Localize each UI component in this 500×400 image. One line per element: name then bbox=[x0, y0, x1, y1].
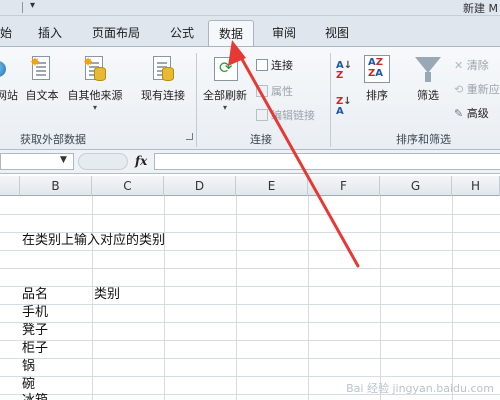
quick-access-dropdown-icon[interactable]: ▾ bbox=[30, 0, 35, 11]
from-text-button[interactable]: ✸ 自文本 bbox=[22, 55, 62, 103]
item-cell[interactable]: 凳子 bbox=[22, 322, 48, 340]
sort-ascending-icon[interactable]: A↓ Z bbox=[336, 61, 352, 81]
title-bar: ▾ 新建 M bbox=[0, 0, 500, 16]
existing-connections-button[interactable]: 现有连接 bbox=[138, 55, 188, 103]
column-header-c[interactable]: C bbox=[92, 176, 164, 196]
column-header-b[interactable]: B bbox=[20, 176, 92, 196]
clear-filter-icon: ✕ bbox=[454, 59, 464, 72]
refresh-icon bbox=[212, 55, 238, 83]
filter-label: 筛选 bbox=[417, 89, 439, 102]
chevron-down-icon: ▾ bbox=[92, 103, 97, 112]
tab-view[interactable]: 视图 bbox=[325, 24, 349, 41]
ribbon-data: 网站 ✸ 自文本 ✸ 自其他来源 ▾ 现有连接 获取外部数据 全部刷新 ▾ 连接… bbox=[0, 46, 500, 150]
properties-label: 属性 bbox=[271, 85, 293, 98]
from-other-sources-label: 自其他来源 bbox=[67, 89, 123, 102]
header-name-cell[interactable]: 品名 bbox=[22, 286, 48, 304]
dialog-launcher-icon[interactable] bbox=[186, 133, 193, 140]
group-label-get-external-data: 获取外部数据 bbox=[20, 133, 86, 146]
window-title: 新建 M bbox=[463, 2, 498, 15]
tab-data[interactable]: 数据 bbox=[208, 20, 255, 47]
item-cell[interactable]: 冰箱 bbox=[22, 392, 48, 400]
group-separator bbox=[330, 53, 331, 147]
column-header-g[interactable]: G bbox=[380, 176, 452, 196]
properties-button[interactable]: 属性 bbox=[256, 83, 293, 99]
advanced-filter-label: 高级 bbox=[466, 107, 489, 120]
clear-filter-button[interactable]: ✕ 清除 bbox=[454, 57, 489, 73]
column-header-h[interactable]: H bbox=[452, 176, 500, 196]
group-label-sort-filter: 排序和筛选 bbox=[396, 133, 451, 146]
existing-connections-icon bbox=[150, 55, 176, 83]
from-web-button[interactable]: 网站 bbox=[0, 55, 20, 103]
advanced-filter-button[interactable]: ✎ 高级 bbox=[454, 105, 489, 121]
edit-links-label: 编辑链接 bbox=[271, 109, 315, 122]
from-text-label: 自文本 bbox=[25, 89, 59, 102]
column-header-f[interactable]: F bbox=[308, 176, 380, 196]
tab-home[interactable]: 始 bbox=[0, 24, 12, 41]
web-icon bbox=[0, 55, 20, 83]
from-web-label: 网站 bbox=[0, 89, 18, 102]
connections-icon bbox=[256, 59, 268, 71]
select-all-corner[interactable] bbox=[0, 176, 20, 196]
quick-access-separator bbox=[22, 2, 23, 13]
filter-button[interactable]: 筛选 bbox=[410, 55, 446, 103]
column-header-d[interactable]: D bbox=[164, 176, 236, 196]
group-separator bbox=[196, 53, 197, 147]
item-cell[interactable]: 手机 bbox=[22, 304, 48, 322]
filter-funnel-icon bbox=[415, 55, 441, 83]
clear-filter-label: 清除 bbox=[466, 59, 489, 72]
edit-links-icon bbox=[256, 109, 268, 121]
existing-connections-label: 现有连接 bbox=[141, 89, 185, 102]
text-file-icon: ✸ bbox=[29, 55, 55, 83]
ribbon-tabs: 始 插入 页面布局 公式 数据 审阅 视图 bbox=[0, 16, 500, 47]
reapply-button[interactable]: ⟲ 重新应 bbox=[454, 81, 500, 97]
watermark: Bai 经验 jingyan.baidu.com bbox=[346, 382, 494, 395]
worksheet-grid[interactable]: 在类别上输入对应的类别 品名 类别 手机 凳子 柜子 锅 碗 冰箱 bbox=[0, 196, 500, 400]
sort-descending-icon[interactable]: Z↓ A bbox=[336, 97, 352, 117]
reapply-icon: ⟲ bbox=[454, 83, 464, 96]
advanced-filter-icon: ✎ bbox=[454, 107, 464, 120]
sort-label: 排序 bbox=[366, 89, 388, 102]
instruction-cell[interactable]: 在类别上输入对应的类别 bbox=[22, 232, 165, 250]
sort-button[interactable]: AZ ZA 排序 bbox=[360, 55, 394, 103]
item-cell[interactable]: 锅 bbox=[22, 358, 35, 376]
tab-review[interactable]: 审阅 bbox=[272, 24, 296, 41]
chevron-down-icon: ▾ bbox=[222, 103, 227, 112]
edit-links-button[interactable]: 编辑链接 bbox=[256, 107, 315, 123]
tab-formulas[interactable]: 公式 bbox=[170, 24, 194, 41]
tab-page-layout[interactable]: 页面布局 bbox=[92, 24, 140, 41]
column-header-e[interactable]: E bbox=[236, 176, 308, 196]
refresh-all-button[interactable]: 全部刷新 ▾ bbox=[200, 55, 250, 112]
header-category-cell[interactable]: 类别 bbox=[94, 286, 120, 304]
tab-insert[interactable]: 插入 bbox=[38, 24, 62, 41]
item-cell[interactable]: 柜子 bbox=[22, 340, 48, 358]
column-headers: B C D E F G H bbox=[0, 176, 500, 196]
formula-bar-buttons bbox=[78, 153, 128, 170]
insert-function-icon[interactable]: fx bbox=[135, 154, 147, 168]
connections-button[interactable]: 连接 bbox=[256, 57, 293, 73]
chevron-down-icon[interactable]: ▼ bbox=[60, 155, 67, 165]
formula-bar: ▼ fx bbox=[0, 150, 500, 174]
refresh-all-label: 全部刷新 bbox=[203, 89, 247, 102]
sort-icon: AZ ZA bbox=[364, 55, 390, 83]
formula-input[interactable] bbox=[154, 153, 500, 170]
group-label-connections: 连接 bbox=[250, 133, 272, 146]
connections-label: 连接 bbox=[271, 59, 293, 72]
other-sources-icon: ✸ bbox=[82, 55, 108, 83]
from-other-sources-button[interactable]: ✸ 自其他来源 ▾ bbox=[64, 55, 126, 112]
properties-icon bbox=[256, 85, 268, 97]
reapply-label: 重新应 bbox=[466, 83, 500, 96]
